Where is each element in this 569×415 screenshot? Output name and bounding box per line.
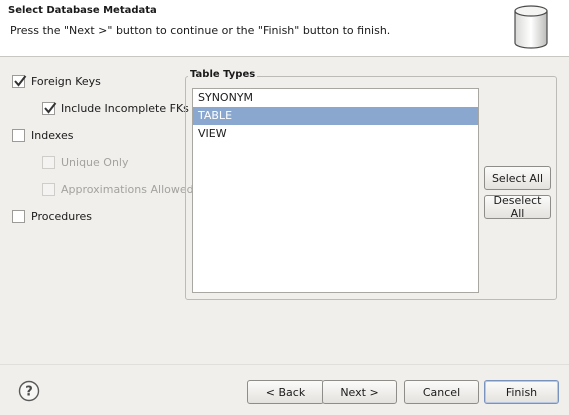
database-icon bbox=[514, 5, 548, 49]
deselect-all-button[interactable]: Deselect All bbox=[484, 194, 551, 220]
checkmark-icon bbox=[14, 74, 27, 87]
svg-text:?: ? bbox=[25, 385, 33, 400]
finish-button[interactable]: Finish bbox=[484, 380, 559, 404]
checkmark-icon bbox=[44, 101, 57, 114]
include-incomplete-fks-label: Include Incomplete FKs bbox=[61, 101, 189, 115]
foreign-keys-label: Foreign Keys bbox=[31, 74, 101, 88]
approximations-allowed-label: Approximations Allowed bbox=[61, 182, 194, 196]
checkbox-box bbox=[42, 182, 55, 196]
checkbox-box[interactable] bbox=[42, 101, 57, 115]
help-icon[interactable]: ? bbox=[18, 380, 40, 402]
select-all-button[interactable]: Select All bbox=[484, 166, 551, 190]
checkbox-box bbox=[42, 155, 55, 169]
page-title: Select Database Metadata bbox=[8, 5, 157, 16]
checkbox-box[interactable] bbox=[12, 74, 27, 88]
procedures-checkbox[interactable]: Procedures bbox=[12, 207, 92, 225]
list-item-synonym[interactable]: SYNONYM bbox=[193, 89, 478, 107]
unique-only-checkbox: Unique Only bbox=[42, 153, 129, 171]
checkbox-box[interactable] bbox=[12, 128, 25, 142]
unique-only-label: Unique Only bbox=[61, 155, 129, 169]
next-button[interactable]: Next > bbox=[322, 380, 397, 404]
cancel-button[interactable]: Cancel bbox=[404, 380, 479, 404]
foreign-keys-checkbox[interactable]: Foreign Keys bbox=[12, 72, 101, 90]
indexes-label: Indexes bbox=[31, 128, 74, 142]
back-button[interactable]: < Back bbox=[247, 380, 324, 404]
table-types-title: Table Types bbox=[188, 69, 258, 80]
approximations-allowed-checkbox: Approximations Allowed bbox=[42, 180, 194, 198]
page-subtitle: Press the "Next >" button to continue or… bbox=[10, 24, 391, 37]
procedures-label: Procedures bbox=[31, 209, 92, 223]
table-types-list[interactable]: SYNONYM TABLE VIEW bbox=[192, 88, 479, 293]
list-item-table[interactable]: TABLE bbox=[193, 107, 478, 125]
list-item-view[interactable]: VIEW bbox=[193, 125, 478, 143]
include-incomplete-fks-checkbox[interactable]: Include Incomplete FKs bbox=[42, 99, 189, 117]
checkbox-box[interactable] bbox=[12, 209, 25, 223]
footer-divider bbox=[0, 364, 569, 365]
indexes-checkbox[interactable]: Indexes bbox=[12, 126, 73, 144]
wizard-header: Select Database Metadata Press the "Next… bbox=[0, 0, 569, 57]
